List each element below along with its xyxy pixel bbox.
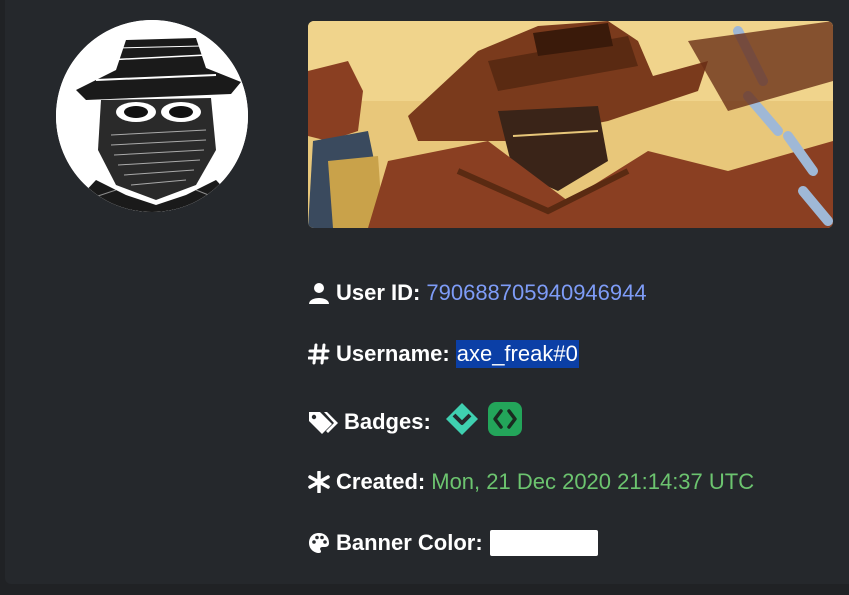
profile-card: User ID: 790688705940946944 Username: ax… [5, 0, 849, 584]
badges-row: Badges: [307, 401, 523, 443]
user-id-row: User ID: 790688705940946944 [307, 280, 647, 306]
asterisk-icon [307, 470, 331, 494]
palette-icon [307, 531, 331, 555]
hashtag-icon [307, 342, 331, 366]
user-id-label: User ID [336, 280, 414, 305]
active-developer-badge-icon[interactable] [487, 401, 523, 443]
username-row: Username: axe_freak#0 [307, 340, 579, 368]
created-row: Created: Mon, 21 Dec 2020 21:14:37 UTC [307, 469, 754, 495]
created-label: Created [336, 469, 418, 494]
username-value[interactable]: axe_freak#0 [455, 340, 579, 368]
banner-color-label: Banner Color [336, 530, 476, 555]
badges-label: Badges [344, 409, 424, 434]
hypesquad-balance-badge-icon[interactable] [445, 402, 479, 442]
profile-banner[interactable] [308, 21, 833, 228]
username-label: Username [336, 341, 443, 366]
tags-icon [307, 410, 339, 434]
banner-color-swatch [489, 530, 598, 556]
cowboy-banner-art-icon [308, 21, 833, 228]
masked-cowboy-avatar-icon [56, 20, 248, 212]
created-value: Mon, 21 Dec 2020 21:14:37 UTC [431, 469, 755, 494]
banner-color-row: Banner Color: [307, 530, 598, 556]
user-icon [307, 281, 331, 305]
avatar[interactable] [56, 20, 248, 212]
user-id-value[interactable]: 790688705940946944 [426, 280, 646, 306]
